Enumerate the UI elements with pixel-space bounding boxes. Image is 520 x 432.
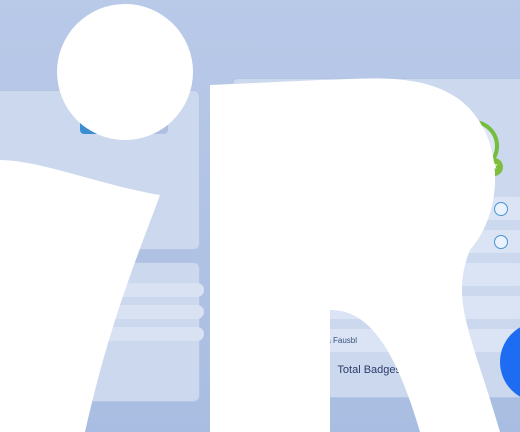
badge-status-icon <box>494 235 508 249</box>
total-badges-count: 1 <box>409 364 421 376</box>
total-likes-count: 3 <box>67 362 79 374</box>
badge-list: Farhana Fausbl Farhana Fausbl Farhana Fa… <box>263 197 520 352</box>
total-likes-row: Total Likes 3 <box>10 362 79 374</box>
rank-icon <box>262 362 278 378</box>
badge-user-name: Farhana Fausbl <box>301 270 358 279</box>
total-rewards-row: Total Rewards 3 <box>10 200 97 212</box>
badge-user-name: Farhana Fausbl <box>301 204 358 213</box>
my-rank-label: My Rank <box>286 364 330 376</box>
likes-list-item[interactable] <box>86 327 204 341</box>
total-likes-label: Total Likes <box>10 362 62 374</box>
likes-list-item[interactable] <box>86 283 204 297</box>
leaderboard-bars <box>6 306 74 322</box>
star-badge-icon: ★ <box>305 158 323 176</box>
total-rewards-label: Total Rewards <box>10 200 80 212</box>
page-4-button[interactable]: 4 <box>112 110 136 134</box>
badge-status-icon <box>494 202 508 216</box>
avatar-face <box>375 122 403 150</box>
badge-user-name: Farhana Fausbl <box>301 336 358 345</box>
page-next-button[interactable] <box>144 110 168 134</box>
avatar-face <box>461 134 489 162</box>
rank-number: 3 <box>54 326 59 335</box>
badge-list-item[interactable]: Farhana Fausbl <box>263 296 520 319</box>
total-badges-label: Total Badges <box>337 364 402 376</box>
total-rewards-count: 3 <box>85 200 97 212</box>
rank-number: 1 <box>7 326 12 335</box>
badge-list-item[interactable]: Farhana Fausbl <box>263 197 520 220</box>
badges-title: Badges <box>254 86 291 97</box>
badge-list-item[interactable]: Farhana Fausbl <box>263 263 520 286</box>
pagination: 3 4 <box>80 110 168 134</box>
star-badge-icon: ★ <box>485 158 503 176</box>
badge-footer: My Rank Total Badges 1 <box>262 362 421 378</box>
star-badge-icon: ★ <box>395 146 413 164</box>
likes-list <box>86 283 204 341</box>
likes-list-item[interactable] <box>86 305 204 319</box>
page-3-button[interactable]: 3 <box>80 110 104 134</box>
badge-list-item[interactable]: Farhana Fausbl <box>263 230 520 253</box>
badge-list-item[interactable]: Farhana Fausbl <box>263 329 520 352</box>
badge-user-name: Farhana Fausbl <box>301 303 358 312</box>
badge-user-name: Farhana Fausbl <box>301 237 358 246</box>
